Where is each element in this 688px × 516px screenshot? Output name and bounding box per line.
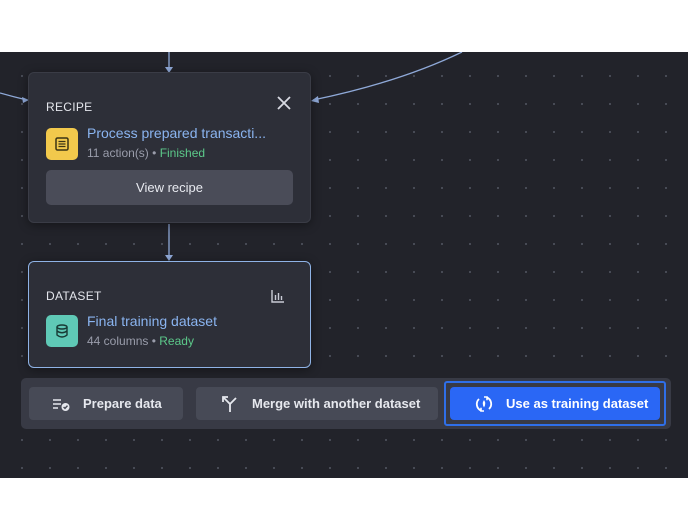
use-as-training-dataset-button[interactable]: Use as training dataset [450,387,660,420]
list-icon [46,128,78,160]
recipe-title-link[interactable]: Process prepared transacti... [87,125,266,141]
recipe-actions-count: 11 action(s) [87,146,149,160]
training-cycle-icon [475,395,493,412]
meta-separator: • [148,146,160,160]
close-icon[interactable] [276,95,292,111]
flow-canvas[interactable]: RECIPE Process prepared transacti... 11 … [0,52,688,478]
arrowhead [311,96,319,103]
database-icon [46,315,78,347]
recipe-card[interactable]: RECIPE Process prepared transacti... 11 … [28,72,311,223]
recipe-meta: 11 action(s) • Finished [87,146,205,160]
dataset-action-toolbar: Prepare data Merge with another dataset … [21,378,671,429]
bar-chart-icon[interactable] [270,288,286,304]
meta-separator: • [148,334,160,348]
edge-from-right [312,52,463,101]
checklist-icon [53,398,70,411]
prepare-data-button[interactable]: Prepare data [29,387,183,420]
dataset-status: Ready [159,334,194,348]
prepare-data-label: Prepare data [83,396,162,411]
dataset-type-label: DATASET [46,289,102,303]
merge-dataset-label: Merge with another dataset [252,396,421,411]
dataset-meta: 44 columns • Ready [87,334,194,348]
use-as-training-dataset-label: Use as training dataset [506,396,649,411]
merge-icon [222,395,237,412]
view-recipe-button[interactable]: View recipe [46,170,293,205]
dataset-title-link[interactable]: Final training dataset [87,313,217,329]
recipe-status: Finished [159,146,206,160]
recipe-type-label: RECIPE [46,100,93,114]
merge-dataset-button[interactable]: Merge with another dataset [196,387,438,420]
dataset-columns-count: 44 columns [87,334,149,348]
dataset-card[interactable]: DATASET Final training dataset 44 column… [28,261,311,368]
